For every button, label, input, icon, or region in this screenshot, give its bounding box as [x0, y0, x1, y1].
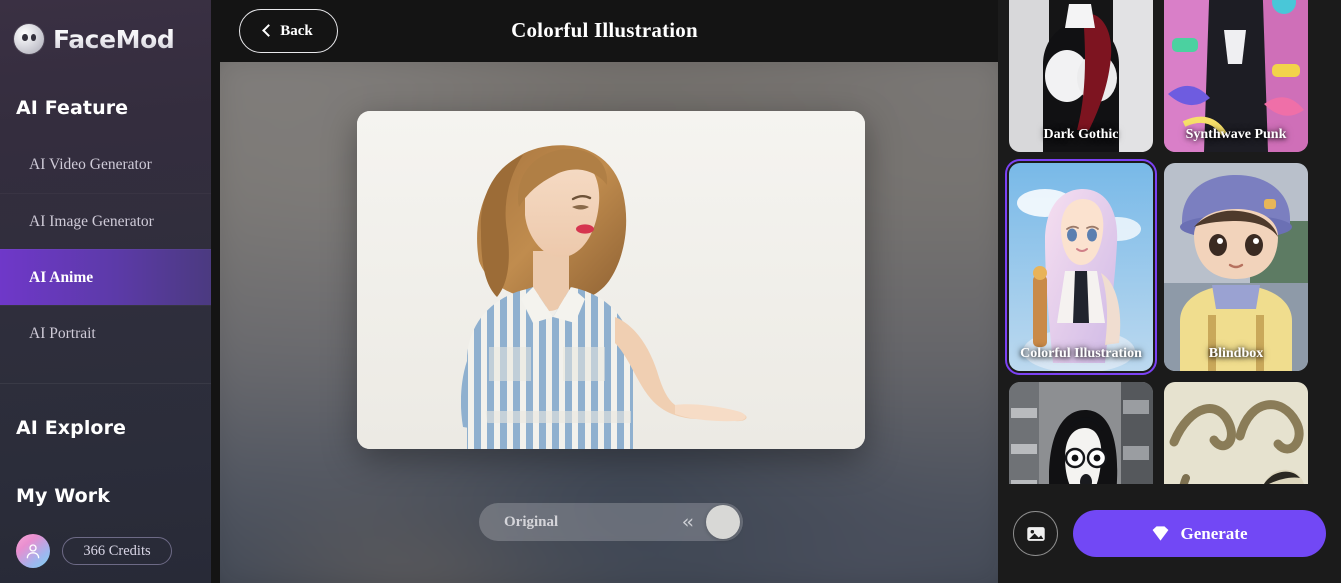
style-thumbnail — [1164, 382, 1308, 484]
style-card-synthwave-punk[interactable]: Synthwave Punk — [1164, 0, 1308, 152]
style-card-label: Dark Gothic — [1043, 127, 1119, 142]
sidebar-item-label: AI Portrait — [29, 324, 96, 342]
style-card-label: Colorful Illustration — [1020, 346, 1142, 361]
sidebar-item-ai-image-generator[interactable]: AI Image Generator — [0, 193, 211, 249]
credits-button[interactable]: 366 Credits — [62, 537, 172, 565]
face-circle-icon — [14, 24, 44, 54]
app-root: FaceMod AI Feature AI Video Generator AI… — [0, 0, 1341, 583]
sidebar-item-ai-video-generator[interactable]: AI Video Generator — [0, 137, 211, 193]
upload-image-button[interactable] — [1013, 511, 1058, 556]
sidebar-item-label: AI Image Generator — [29, 212, 154, 230]
style-thumbnail — [1164, 163, 1308, 371]
style-card-sepia-comic[interactable] — [1164, 382, 1308, 484]
slider-handle[interactable] — [706, 505, 740, 539]
user-avatar-icon[interactable] — [16, 534, 50, 568]
style-card-blindbox[interactable]: Blindbox — [1164, 163, 1308, 371]
sidebar-item-label: AI Video Generator — [29, 156, 152, 173]
gem-icon — [1151, 525, 1170, 542]
section-title-ai-explore[interactable]: AI Explore — [0, 417, 211, 439]
sidebar: FaceMod AI Feature AI Video Generator AI… — [0, 0, 211, 583]
sidebar-item-ai-anime[interactable]: AI Anime — [0, 249, 211, 305]
style-card-colorful-illustration[interactable]: Colorful Illustration — [1005, 159, 1157, 375]
image-icon — [1025, 523, 1047, 545]
original-compare-slider[interactable]: Original ‹‹ — [479, 503, 743, 541]
action-bar: Generate — [998, 484, 1341, 583]
page-title: Colorful Illustration — [511, 18, 698, 42]
styles-scroll-area[interactable]: Dark Gothic Synthwave Punk Colorful Illu… — [998, 0, 1341, 484]
generate-button[interactable]: Generate — [1073, 510, 1326, 557]
generate-button-label: Generate — [1180, 523, 1248, 543]
center-column: Back Colorful Illustration Original ‹‹ — [211, 0, 998, 583]
section-title-my-work[interactable]: My Work — [0, 485, 211, 507]
brand-logo[interactable]: FaceMod — [0, 0, 211, 62]
sidebar-divider — [0, 383, 211, 384]
preview-canvas: Original ‹‹ — [220, 62, 998, 583]
style-card-label: Synthwave Punk — [1185, 127, 1287, 142]
preview-image[interactable] — [357, 111, 865, 449]
brand-name: FaceMod — [53, 24, 175, 54]
slider-label: Original — [504, 513, 559, 530]
style-card-label: Blindbox — [1208, 346, 1264, 361]
sidebar-item-label: AI Anime — [29, 268, 94, 286]
style-card-dark-gothic[interactable]: Dark Gothic — [1009, 0, 1153, 152]
double-chevron-left-icon: ‹‹ — [681, 511, 694, 533]
user-row: 366 Credits — [0, 534, 211, 568]
styles-grid: Dark Gothic Synthwave Punk Colorful Illu… — [998, 0, 1341, 484]
style-thumbnail — [1009, 163, 1153, 371]
section-title-ai-feature: AI Feature — [16, 97, 129, 119]
style-card-horror-manga[interactable] — [1009, 382, 1153, 484]
styles-panel: Dark Gothic Synthwave Punk Colorful Illu… — [998, 0, 1341, 583]
style-thumbnail — [1009, 382, 1153, 484]
topbar: Back Colorful Illustration — [211, 0, 998, 62]
sidebar-nav: AI Video Generator AI Image Generator AI… — [0, 137, 211, 361]
sidebar-item-ai-portrait[interactable]: AI Portrait — [0, 305, 211, 361]
